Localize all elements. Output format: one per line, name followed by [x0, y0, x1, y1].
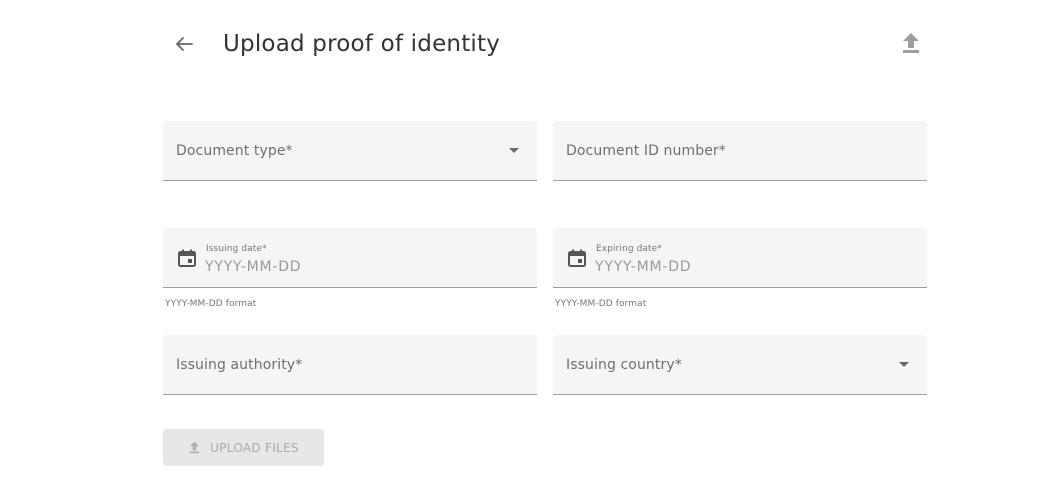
upload-icon [189, 441, 200, 453]
upload-files-button[interactable]: UPLOAD FILES [163, 429, 324, 466]
issuing-date-field[interactable]: Issuing date* YYYY-MM-DD [163, 228, 537, 288]
issuing-authority-field[interactable]: Issuing authority* [163, 335, 537, 395]
issuing-date-label: Issuing date* [206, 244, 267, 254]
expiring-date-label: Expiring date* [596, 244, 662, 254]
caret-down-icon [509, 148, 519, 153]
expiring-date-hint: YYYY-MM-DD format [555, 299, 647, 309]
expiring-date-field[interactable]: Expiring date* YYYY-MM-DD [553, 228, 927, 288]
upload-identity-page: Upload proof of identity Document type* … [0, 0, 1058, 483]
caret-down-icon [899, 362, 909, 367]
issuing-authority-label: Issuing authority* [176, 356, 303, 373]
issuing-date-hint: YYYY-MM-DD format [165, 299, 257, 309]
document-type-label: Document type* [176, 142, 293, 159]
page-title: Upload proof of identity [223, 31, 501, 57]
back-button[interactable] [170, 30, 198, 58]
issuing-country-select[interactable]: Issuing country* [553, 335, 927, 395]
header-upload-button[interactable] [896, 28, 926, 60]
document-id-label: Document ID number* [566, 142, 726, 159]
issuing-date-input[interactable]: YYYY-MM-DD [205, 259, 301, 275]
calendar-icon [568, 249, 586, 267]
upload-files-label: UPLOAD FILES [210, 440, 299, 455]
document-type-select[interactable]: Document type* [163, 121, 537, 181]
expiring-date-input[interactable]: YYYY-MM-DD [595, 259, 691, 275]
arrow-left-icon [176, 37, 193, 51]
upload-icon [903, 33, 919, 53]
issuing-country-label: Issuing country* [566, 356, 682, 373]
calendar-icon [178, 249, 196, 267]
document-id-field[interactable]: Document ID number* [553, 121, 927, 181]
